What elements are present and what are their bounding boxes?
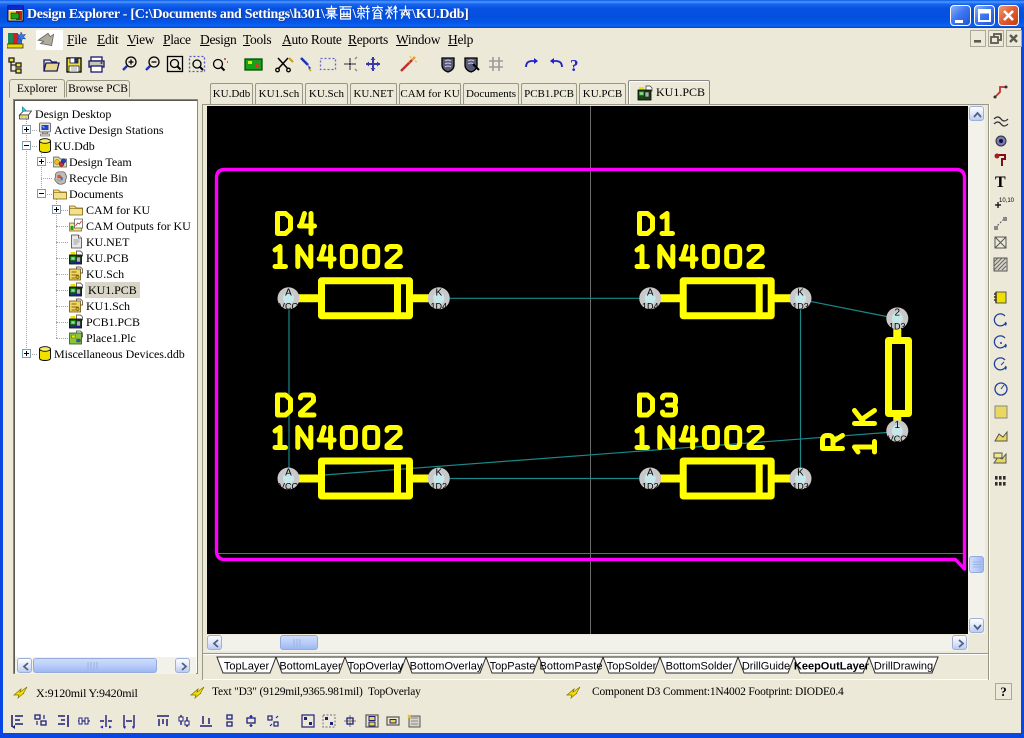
svg-text:K: K	[797, 468, 804, 479]
svg-text:?: ?	[570, 56, 579, 75]
svg-text:TopOverlay: TopOverlay	[348, 661, 404, 673]
svg-text:K: K	[797, 288, 804, 299]
svg-text:A: A	[647, 288, 654, 299]
svg-text:BottomPaste: BottomPaste	[540, 661, 603, 673]
svg-text:2: 2	[895, 308, 901, 319]
svg-text:TopPaste: TopPaste	[490, 661, 536, 673]
svg-text:1D3: 1D3	[792, 302, 809, 312]
svg-text:10,10: 10,10	[999, 198, 1015, 204]
svg-text:BottomLayer: BottomLayer	[279, 661, 342, 673]
svg-text:VCC: VCC	[279, 302, 299, 312]
svg-text:A: A	[285, 468, 292, 479]
svg-text:DrillGuide: DrillGuide	[742, 661, 790, 673]
svg-text:KeepOutLayer: KeepOutLayer	[794, 661, 870, 673]
svg-text:TopLayer: TopLayer	[224, 661, 270, 673]
svg-text:K: K	[435, 468, 442, 479]
svg-text:1D4: 1D4	[431, 302, 448, 312]
svg-text:VCC: VCC	[888, 434, 908, 444]
svg-text:1D3: 1D3	[792, 482, 809, 492]
svg-text:VCC: VCC	[279, 482, 299, 492]
svg-text:1D3: 1D3	[889, 322, 906, 332]
svg-text:DrillDrawing: DrillDrawing	[874, 661, 933, 673]
svg-text:A: A	[285, 288, 292, 299]
svg-text:TopSolder: TopSolder	[607, 661, 657, 673]
svg-text:1: 1	[895, 420, 901, 431]
svg-text:1D2: 1D2	[642, 482, 659, 492]
svg-text:BottomOverlay: BottomOverlay	[410, 661, 483, 673]
svg-text:T: T	[995, 174, 1006, 191]
svg-text:1D2: 1D2	[431, 482, 448, 492]
svg-text:A: A	[647, 468, 654, 479]
svg-text:K: K	[435, 288, 442, 299]
svg-text:BottomSolder: BottomSolder	[666, 661, 733, 673]
svg-text:1D4: 1D4	[642, 302, 659, 312]
